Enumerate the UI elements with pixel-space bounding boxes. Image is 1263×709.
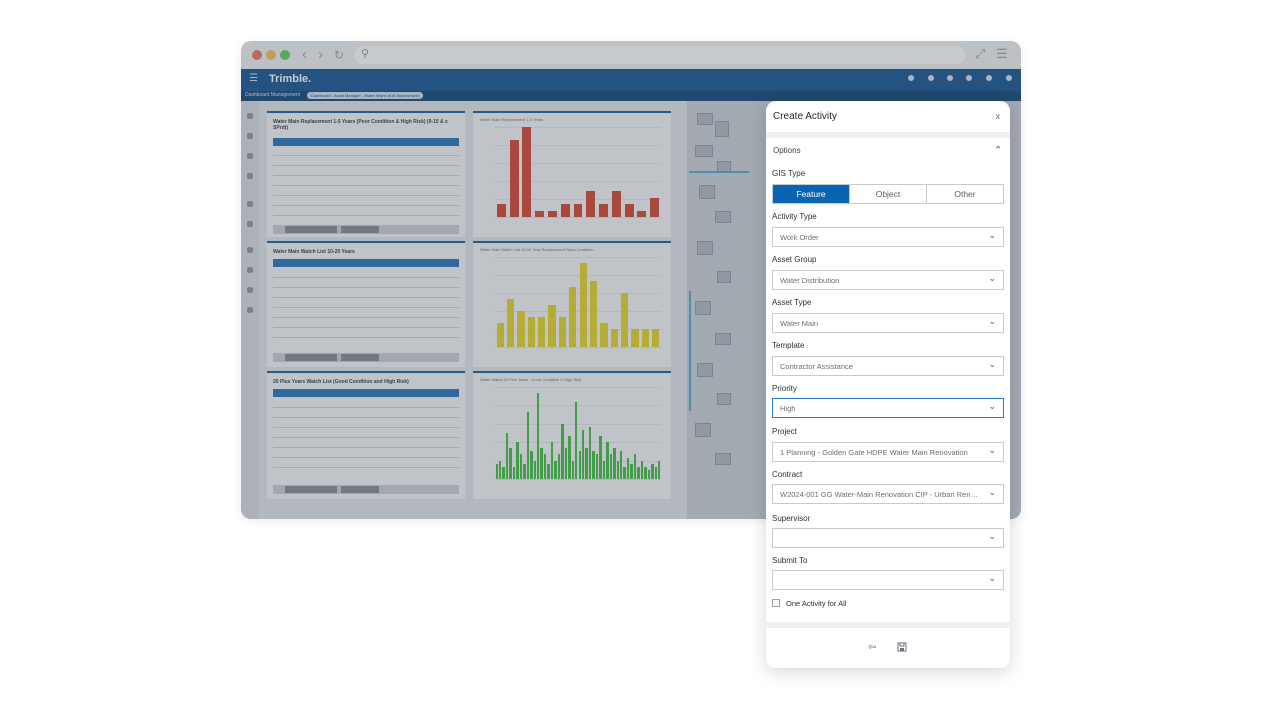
close-button[interactable]: x xyxy=(996,111,1001,121)
asset-group-label: Asset Group xyxy=(772,255,817,264)
project-label: Project xyxy=(772,427,797,436)
options-section-header[interactable]: Options ⌄ xyxy=(766,138,1010,162)
select-value: Water Main xyxy=(780,319,819,328)
panel-title: Create Activity xyxy=(773,111,837,122)
chevron-up-icon[interactable]: ⌄ xyxy=(994,143,1002,154)
chevron-down-icon: ⌄ xyxy=(988,230,996,240)
chevron-down-icon: ⌄ xyxy=(988,359,996,369)
select-value: W2024-001 GG Water-Main Renovation CIP -… xyxy=(780,490,979,499)
gis-type-toggle: Feature Object Other xyxy=(772,184,1004,204)
chevron-down-icon: ⌄ xyxy=(988,273,996,283)
gis-type-other[interactable]: Other xyxy=(926,185,1003,203)
chevron-down-icon: ⌄ xyxy=(988,316,996,326)
select-value: Work Order xyxy=(780,233,819,242)
one-activity-label[interactable]: One Activity for All xyxy=(786,599,846,608)
chevron-down-icon: ⌄ xyxy=(988,445,996,455)
priority-select[interactable]: High ⌄ xyxy=(772,398,1004,418)
select-value: 1 Planning - Golden Gate HDPE Water Main… xyxy=(780,448,968,457)
contract-label: Contract xyxy=(772,470,803,479)
divider xyxy=(766,622,1010,628)
activity-type-label: Activity Type xyxy=(772,212,817,221)
options-label: Options xyxy=(773,146,801,155)
panel-header: Create Activity x xyxy=(766,101,1010,132)
contract-select[interactable]: W2024-001 GG Water-Main Renovation CIP -… xyxy=(772,484,1004,504)
save-icon[interactable] xyxy=(897,642,907,655)
select-value: High xyxy=(780,404,796,413)
asset-group-select[interactable]: Water Distribution ⌄ xyxy=(772,270,1004,290)
select-value: Water Distribution xyxy=(780,276,840,285)
gis-type-object[interactable]: Object xyxy=(849,185,926,203)
supervisor-select[interactable]: ⌄ xyxy=(772,528,1004,548)
one-activity-checkbox[interactable] xyxy=(772,599,780,607)
submit-to-select[interactable]: ⌄ xyxy=(772,570,1004,590)
chevron-down-icon: ⌄ xyxy=(988,531,996,541)
chevron-down-icon: ⌄ xyxy=(988,401,996,411)
chevron-down-icon: ⌄ xyxy=(988,487,996,497)
activity-type-select[interactable]: Work Order ⌄ xyxy=(772,227,1004,247)
priority-label: Priority xyxy=(772,384,797,393)
create-activity-panel: Create Activity x Options ⌄ GIS Type Fea… xyxy=(766,101,1010,668)
project-select[interactable]: 1 Planning - Golden Gate HDPE Water Main… xyxy=(772,442,1004,462)
supervisor-label: Supervisor xyxy=(772,514,811,523)
asset-type-label: Asset Type xyxy=(772,298,812,307)
gis-type-feature[interactable]: Feature xyxy=(773,185,849,203)
back-arrow-icon[interactable]: ⇦ xyxy=(868,642,876,653)
template-select[interactable]: Contractor Assistance ⌄ xyxy=(772,356,1004,376)
chevron-down-icon: ⌄ xyxy=(988,573,996,583)
template-label: Template xyxy=(772,341,805,350)
select-value: Contractor Assistance xyxy=(780,362,853,371)
submit-to-label: Submit To xyxy=(772,556,808,565)
gis-type-label: GIS Type xyxy=(772,169,806,178)
asset-type-select[interactable]: Water Main ⌄ xyxy=(772,313,1004,333)
